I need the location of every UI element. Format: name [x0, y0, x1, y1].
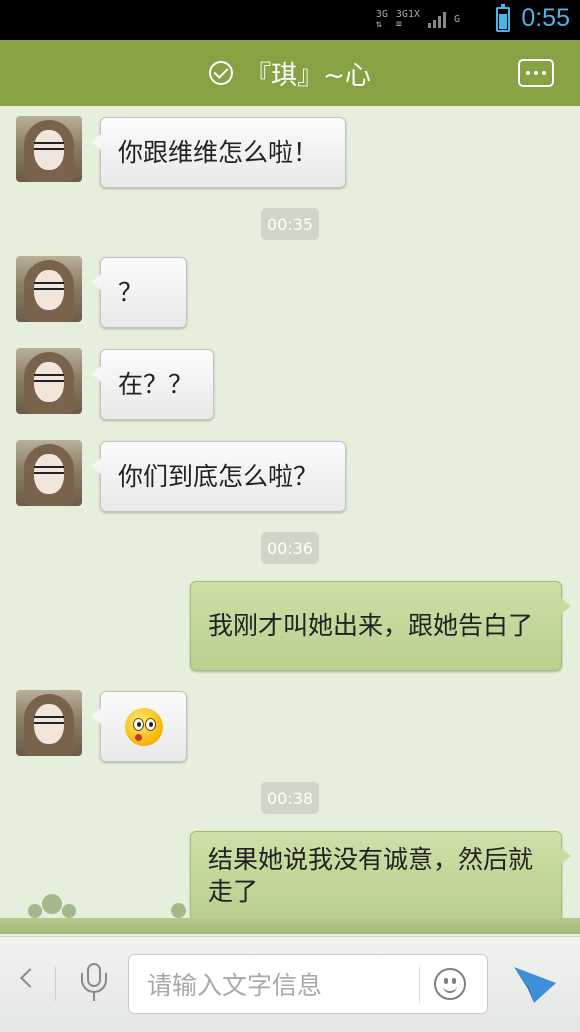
message-bubble-incoming[interactable]: ？ [91, 257, 187, 328]
message-bubble-incoming[interactable] [91, 691, 187, 762]
message-bubble-outgoing[interactable]: 结果她说我没有诚意，然后就走了 [190, 831, 571, 921]
contact-avatar[interactable] [16, 690, 82, 756]
message-bubble-outgoing[interactable]: 我刚才叫她出来，跟她告白了 [190, 581, 571, 671]
message-text: 结果她说我没有诚意，然后就走了 [208, 845, 534, 906]
status-time: 0:55 [521, 4, 570, 32]
message-input[interactable] [145, 967, 409, 1003]
tree-decoration [42, 894, 62, 914]
emoji-picker-button[interactable] [434, 968, 466, 1000]
contact-avatar[interactable] [16, 348, 82, 414]
tree-decoration [28, 904, 42, 918]
more-options-button[interactable] [518, 59, 554, 87]
contact-avatar[interactable] [16, 440, 82, 506]
message-text: 你跟维维怎么啦！ [118, 137, 319, 167]
ground-decoration [0, 918, 580, 934]
contact-avatar[interactable] [16, 256, 82, 322]
contact-avatar[interactable] [16, 116, 82, 182]
chat-header: 『琪』~心 [0, 40, 580, 106]
check-circle-icon [209, 61, 234, 85]
status-bar: 3G ⇅ 3G1X ≡ G 0:55 [0, 0, 580, 40]
message-bubble-incoming[interactable]: 你跟维维怎么啦！ [91, 117, 346, 188]
network-3g-icon: 3G ⇅ [375, 9, 388, 30]
microphone-button[interactable] [80, 963, 108, 1003]
header-title-group: 『琪』~心 [0, 40, 580, 106]
input-bar [0, 936, 580, 1032]
tree-decoration [62, 904, 76, 918]
message-bubble-incoming[interactable]: 在？？ [91, 349, 214, 420]
network-g-icon: G [453, 14, 460, 25]
timestamp-label: 00:36 [261, 532, 319, 564]
message-text: ？ [118, 277, 144, 307]
divider [419, 967, 420, 1003]
send-button[interactable] [512, 963, 558, 1005]
network-3g1x-icon: 3G1X ≡ [395, 9, 420, 30]
contact-name: 『琪』~心 [245, 60, 371, 91]
battery-icon [496, 4, 510, 32]
chat-area[interactable]: 你跟维维怎么啦！ 00:35 ？ 在？？ 你们到底怎么啦？ 00:36 我刚才叫… [0, 106, 580, 936]
message-input-box[interactable] [128, 954, 488, 1014]
tree-decoration [171, 903, 186, 918]
send-paper-plane-icon [514, 967, 556, 1003]
collapse-chevron-left-button[interactable] [20, 969, 30, 989]
surprised-face-emoji-icon [124, 707, 163, 746]
message-text: 我刚才叫她出来，跟她告白了 [208, 611, 534, 640]
message-text: 在？？ [118, 369, 194, 399]
signal-icon [427, 12, 446, 28]
timestamp-label: 00:35 [261, 208, 319, 240]
message-text: 你们到底怎么啦？ [118, 461, 319, 491]
divider [55, 967, 56, 1001]
message-bubble-incoming[interactable]: 你们到底怎么啦？ [91, 441, 346, 512]
battery-level [499, 13, 507, 29]
timestamp-label: 00:38 [261, 782, 319, 814]
status-icons: 3G ⇅ 3G1X ≡ G [376, 8, 460, 32]
